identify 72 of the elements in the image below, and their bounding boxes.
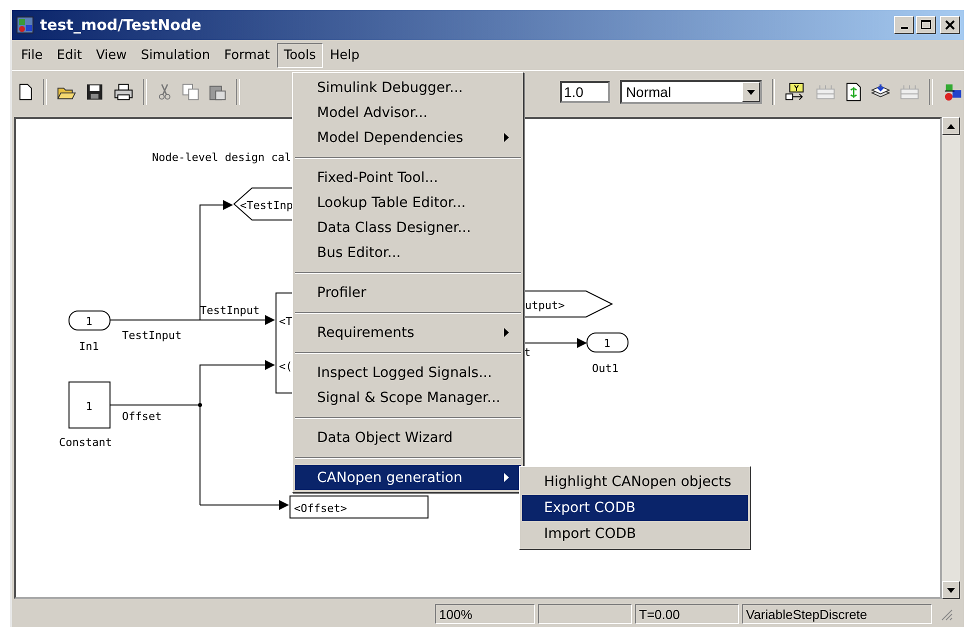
in1-port: 1 [68, 310, 110, 330]
model-icon [16, 16, 34, 34]
signal-label: TestInput [122, 329, 182, 342]
menu-item[interactable]: Edit [50, 42, 89, 68]
constant-block: 1 [68, 382, 110, 428]
menu-item[interactable]: View [88, 42, 134, 68]
document-icon[interactable] [846, 82, 861, 102]
menu-item[interactable]: Inspect Logged Signals... [295, 360, 521, 385]
menu-item[interactable]: Data Object Wizard [295, 425, 521, 450]
bus-selector-block: <T <( [276, 292, 292, 394]
print-icon[interactable] [114, 83, 133, 101]
menu-item[interactable]: Simulink Debugger... [295, 75, 521, 100]
menu-item[interactable]: Signal & Scope Manager... [295, 385, 521, 410]
menu-item[interactable]: Format [217, 42, 277, 68]
vertical-scrollbar[interactable] [942, 117, 960, 599]
submenu-arrow-icon [504, 328, 509, 337]
paste-icon[interactable] [209, 83, 226, 101]
dropdown-arrow-icon [746, 90, 755, 94]
window-title: test_mod/TestNode [40, 16, 202, 34]
maximize-button[interactable] [916, 16, 936, 34]
selector-block: <Offset> [290, 496, 428, 518]
cut-icon[interactable] [156, 83, 172, 101]
goto-block: <TestInp [233, 188, 293, 220]
menu-item[interactable]: Highlight CANopen objects [522, 469, 748, 495]
maximize-icon [921, 20, 931, 30]
menu-item[interactable]: Bus Editor... [295, 240, 521, 265]
menu-item[interactable]: Simulation [134, 42, 218, 68]
scroll-up-button[interactable] [942, 117, 960, 135]
menu-item[interactable]: Profiler [295, 280, 521, 305]
library-icon[interactable] [942, 82, 964, 102]
menu-item[interactable]: Help [322, 42, 367, 68]
signal-line [524, 338, 587, 348]
down-arrow-icon [947, 588, 955, 592]
menu-item[interactable]: Lookup Table Editor... [295, 190, 521, 215]
block-name: Out1 [592, 362, 618, 375]
save-icon[interactable] [86, 83, 104, 101]
menu-item[interactable]: Import CODB [522, 521, 748, 547]
menu-item[interactable]: CANopen generation [295, 465, 521, 490]
minimize-button[interactable] [894, 16, 914, 34]
menu-item[interactable]: Requirements [295, 320, 521, 345]
stop-time-field[interactable]: 1.0 [560, 81, 610, 103]
scroll-down-button[interactable] [942, 581, 960, 599]
status-text: T=0.00 [635, 604, 739, 624]
build-icon[interactable] [785, 82, 806, 102]
menu-item[interactable]: Export CODB [522, 495, 748, 521]
copy-icon[interactable] [182, 83, 199, 101]
submenu-arrow-icon [504, 473, 509, 482]
status-text: VariableStepDiscrete [742, 604, 932, 624]
menu-item[interactable]: Fixed-Point Tool... [295, 165, 521, 190]
menu-item[interactable]: File [14, 42, 50, 68]
menu-item[interactable]: Tools [276, 42, 323, 68]
new-file-icon[interactable] [18, 83, 34, 101]
annotation-text: Node-level design cal [152, 151, 292, 164]
menu-item[interactable]: Data Class Designer... [295, 215, 521, 240]
signal-label: TestInput [200, 304, 260, 317]
block-name: Constant [59, 436, 112, 449]
junction-dot [198, 403, 202, 407]
menu-item[interactable]: Model Dependencies [295, 125, 521, 150]
signal-label: t [524, 346, 531, 359]
close-button[interactable] [940, 16, 960, 34]
out1-port: 1 [586, 332, 628, 352]
resize-grip[interactable] [939, 607, 953, 621]
signal-label: Offset [122, 410, 162, 423]
status-text: 100% [435, 604, 535, 624]
minimize-icon [900, 27, 908, 29]
up-arrow-icon [947, 124, 955, 128]
block-name: In1 [79, 340, 99, 353]
simulation-mode-dropdown[interactable]: Normal [620, 80, 762, 104]
goto-block: utput> [524, 290, 614, 318]
submenu-arrow-icon [504, 133, 509, 142]
close-icon [945, 20, 955, 30]
menu-item[interactable]: Model Advisor... [295, 100, 521, 125]
